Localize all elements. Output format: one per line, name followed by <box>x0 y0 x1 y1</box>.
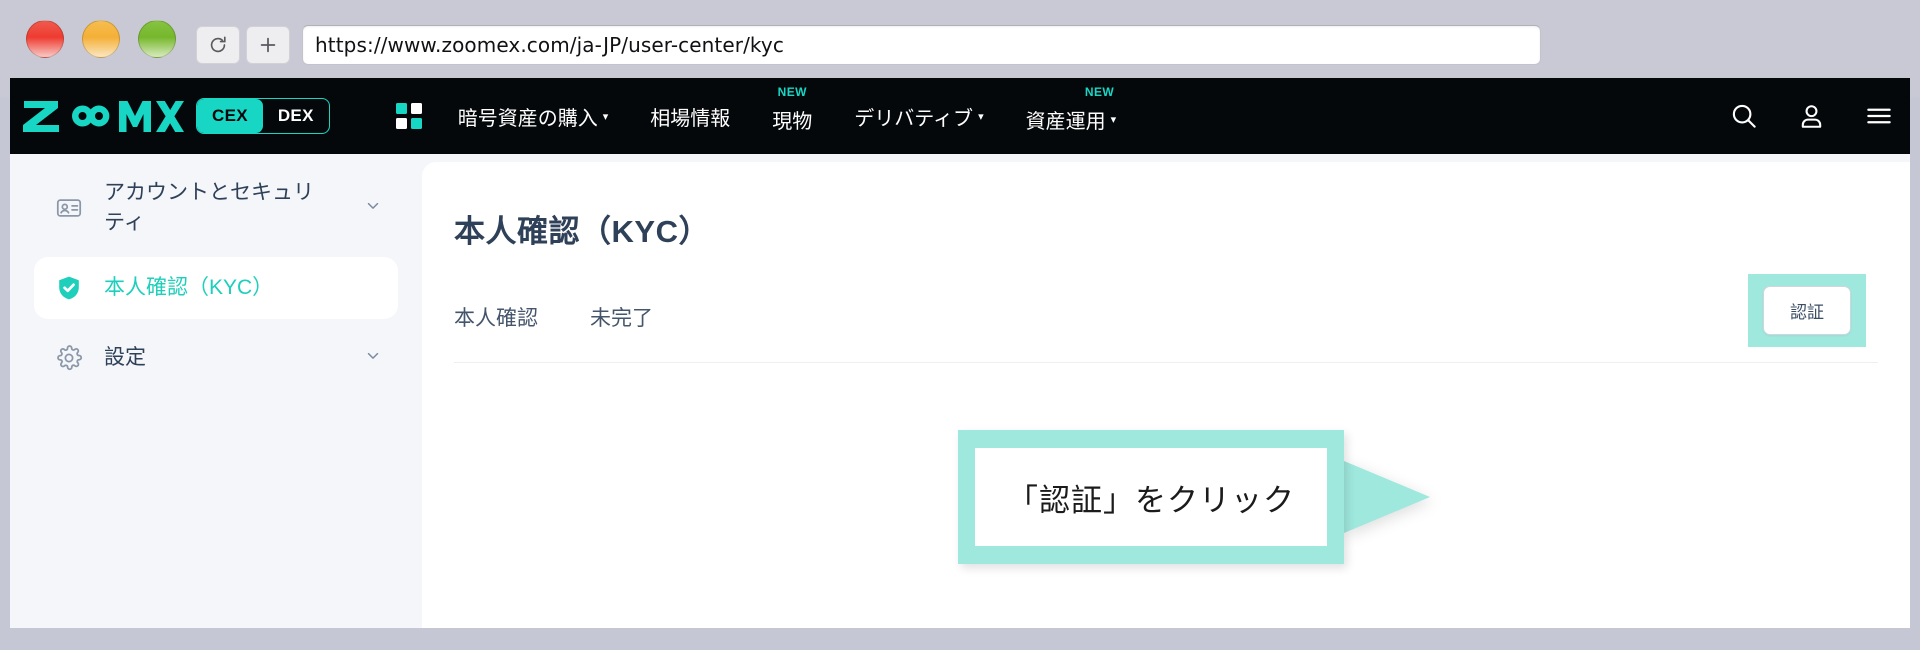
callout-arrow-icon <box>1344 461 1430 533</box>
page-viewport: CEX DEX 暗号資産の購入 ▾ 相場情報 NEW 現物 デリバティブ ▾ N… <box>10 78 1910 628</box>
zoomex-wordmark-icon <box>23 101 184 132</box>
kyc-status-value: 未完了 <box>590 306 653 330</box>
sidebar-item-account-security[interactable]: アカウントとセキュリティ <box>34 168 398 249</box>
header-actions <box>1729 78 1894 154</box>
gear-icon <box>54 343 84 373</box>
search-icon <box>1732 104 1756 128</box>
nav-label: デリバティブ <box>854 107 974 130</box>
cex-tab[interactable]: CEX <box>197 99 263 133</box>
maximize-window-button[interactable] <box>138 20 176 58</box>
nav-item-derivatives[interactable]: デリバティブ ▾ <box>854 78 983 154</box>
chevron-down-icon: ▾ <box>1110 113 1117 126</box>
kyc-status-row: 本人確認 未完了 認証 <box>454 274 1878 363</box>
minimize-window-button[interactable] <box>82 20 120 58</box>
sidebar-item-label: アカウントとセキュリティ <box>104 181 314 235</box>
verify-button[interactable]: 認証 <box>1763 286 1851 335</box>
hamburger-menu-icon <box>1867 108 1891 124</box>
new-badge: NEW <box>1084 85 1115 99</box>
kyc-row-label: 本人確認 <box>454 306 538 330</box>
close-window-button[interactable] <box>26 20 64 58</box>
shield-check-icon <box>54 273 84 303</box>
nav-item-earn[interactable]: NEW 資産運用 ▾ <box>1026 78 1117 154</box>
nav-item-buy-crypto[interactable]: 暗号資産の購入 ▾ <box>458 78 609 154</box>
main-navigation: 暗号資産の購入 ▾ 相場情報 NEW 現物 デリバティブ ▾ NEW 資産運用 <box>458 78 1158 154</box>
callout-inner: 「認証」をクリック <box>975 448 1327 546</box>
chevron-down-icon: ▾ <box>602 110 609 123</box>
sidebar: アカウントとセキュリティ 本人確認（KYC） 設定 <box>10 154 422 628</box>
reload-button[interactable] <box>196 26 240 64</box>
nav-label: 資産運用 <box>1025 110 1106 133</box>
reload-icon <box>210 36 226 53</box>
new-tab-button[interactable] <box>246 26 290 64</box>
nav-item-market[interactable]: 相場情報 <box>650 78 730 154</box>
menu-button[interactable] <box>1864 101 1894 131</box>
site-header: CEX DEX 暗号資産の購入 ▾ 相場情報 NEW 現物 デリバティブ ▾ N… <box>10 78 1910 154</box>
page-body: アカウントとセキュリティ 本人確認（KYC） 設定 本人確認（KYC） 本人確認… <box>10 154 1910 628</box>
plus-icon <box>260 37 276 53</box>
account-button[interactable] <box>1797 102 1826 131</box>
chevron-down-icon[interactable] <box>364 346 382 369</box>
address-bar[interactable]: https://www.zoomex.com/ja-JP/user-center… <box>302 25 1541 65</box>
user-icon <box>1801 104 1822 128</box>
page-title: 本人確認（KYC） <box>454 214 710 249</box>
sidebar-item-label: 設定 <box>104 345 146 369</box>
sidebar-item-label: 本人確認（KYC） <box>104 275 274 299</box>
window-bottom-edge <box>0 628 1920 650</box>
search-button[interactable] <box>1729 101 1759 131</box>
window-controls <box>26 20 176 58</box>
sidebar-item-kyc[interactable]: 本人確認（KYC） <box>34 256 398 319</box>
nav-item-spot[interactable]: NEW 現物 <box>772 78 812 154</box>
new-badge: NEW <box>777 85 807 99</box>
chevron-down-icon[interactable] <box>364 197 382 220</box>
id-card-icon <box>54 193 84 223</box>
zoomex-logo[interactable] <box>22 78 184 154</box>
nav-label: 現物 <box>772 110 813 133</box>
nav-label: 相場情報 <box>650 107 731 130</box>
grid-apps-icon <box>395 103 422 129</box>
chevron-down-icon: ▾ <box>978 110 984 123</box>
nav-label: 暗号資産の購入 <box>457 107 598 130</box>
callout-text: 「認証」をクリック <box>1007 482 1295 519</box>
dex-tab[interactable]: DEX <box>263 99 329 133</box>
cex-dex-toggle[interactable]: CEX DEX <box>196 98 330 134</box>
instruction-callout: 「認証」をクリック <box>958 430 1344 564</box>
browser-window: https://www.zoomex.com/ja-JP/user-center… <box>0 0 1920 650</box>
sidebar-item-settings[interactable]: 設定 <box>34 327 398 389</box>
apps-grid-button[interactable] <box>395 103 422 129</box>
url-text: https://www.zoomex.com/ja-JP/user-center… <box>315 33 784 57</box>
